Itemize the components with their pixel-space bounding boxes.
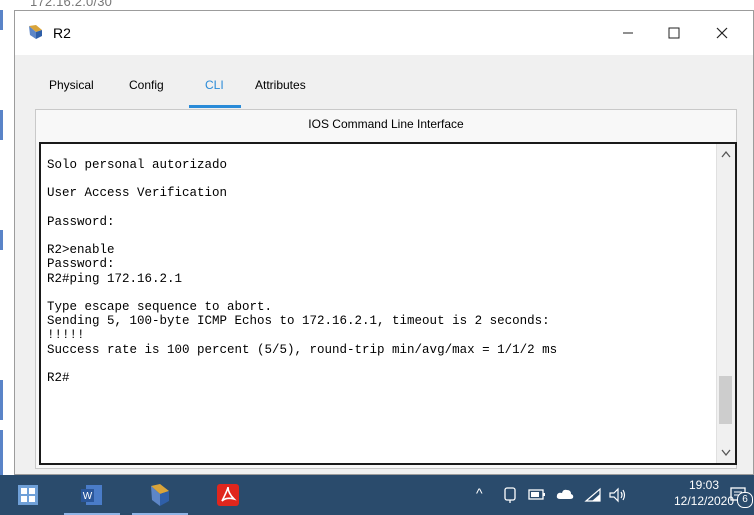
tab-physical[interactable]: Physical	[49, 78, 94, 92]
tab-cli[interactable]: CLI	[205, 78, 224, 92]
tray-device-icon[interactable]	[503, 487, 517, 503]
tab-attributes[interactable]: Attributes	[255, 78, 306, 92]
active-tab-indicator	[189, 105, 241, 108]
windows-start-icon[interactable]	[14, 481, 42, 509]
volume-icon[interactable]	[608, 487, 628, 503]
maximize-icon	[668, 27, 680, 39]
r2-device-window: R2 Physical Config CLI Attributes IOS Co…	[14, 10, 754, 475]
window-title: R2	[53, 25, 71, 41]
tray-chevron[interactable]: ^	[476, 485, 483, 501]
maximize-button[interactable]	[651, 11, 697, 55]
background-window-text: 172.16.2.0/30	[30, 0, 113, 9]
title-bar[interactable]: R2	[15, 11, 753, 55]
svg-text:W: W	[83, 491, 93, 502]
acrobat-icon[interactable]	[214, 481, 242, 509]
cloud-icon[interactable]	[556, 487, 574, 501]
desktop-background-edge	[0, 0, 14, 475]
packet-tracer-icon[interactable]	[146, 481, 174, 509]
tab-config[interactable]: Config	[129, 78, 164, 92]
taskbar: W ^ 19:03 12/12/2020 6	[0, 475, 754, 515]
notification-center-button[interactable]: 6	[730, 487, 753, 508]
close-icon	[716, 27, 728, 39]
cli-panel: IOS Command Line Interface Solo personal…	[35, 109, 737, 469]
battery-icon[interactable]	[528, 487, 546, 501]
notification-count-badge: 6	[737, 492, 753, 508]
terminal-scrollbar[interactable]	[716, 144, 735, 463]
word-icon[interactable]: W	[78, 481, 106, 509]
close-button[interactable]	[699, 11, 745, 55]
cli-terminal[interactable]: Solo personal autorizado User Access Ver…	[39, 142, 737, 465]
router-app-icon	[29, 25, 42, 39]
minimize-button[interactable]	[605, 11, 651, 55]
minimize-icon	[623, 32, 633, 34]
scroll-up-icon[interactable]	[721, 150, 731, 158]
scroll-thumb[interactable]	[719, 376, 732, 424]
wifi-icon[interactable]	[584, 487, 602, 503]
tab-bar: Physical Config CLI Attributes	[15, 55, 753, 99]
scroll-down-icon[interactable]	[721, 449, 731, 457]
panel-title: IOS Command Line Interface	[308, 117, 464, 131]
terminal-output[interactable]: Solo personal autorizado User Access Ver…	[47, 158, 707, 385]
